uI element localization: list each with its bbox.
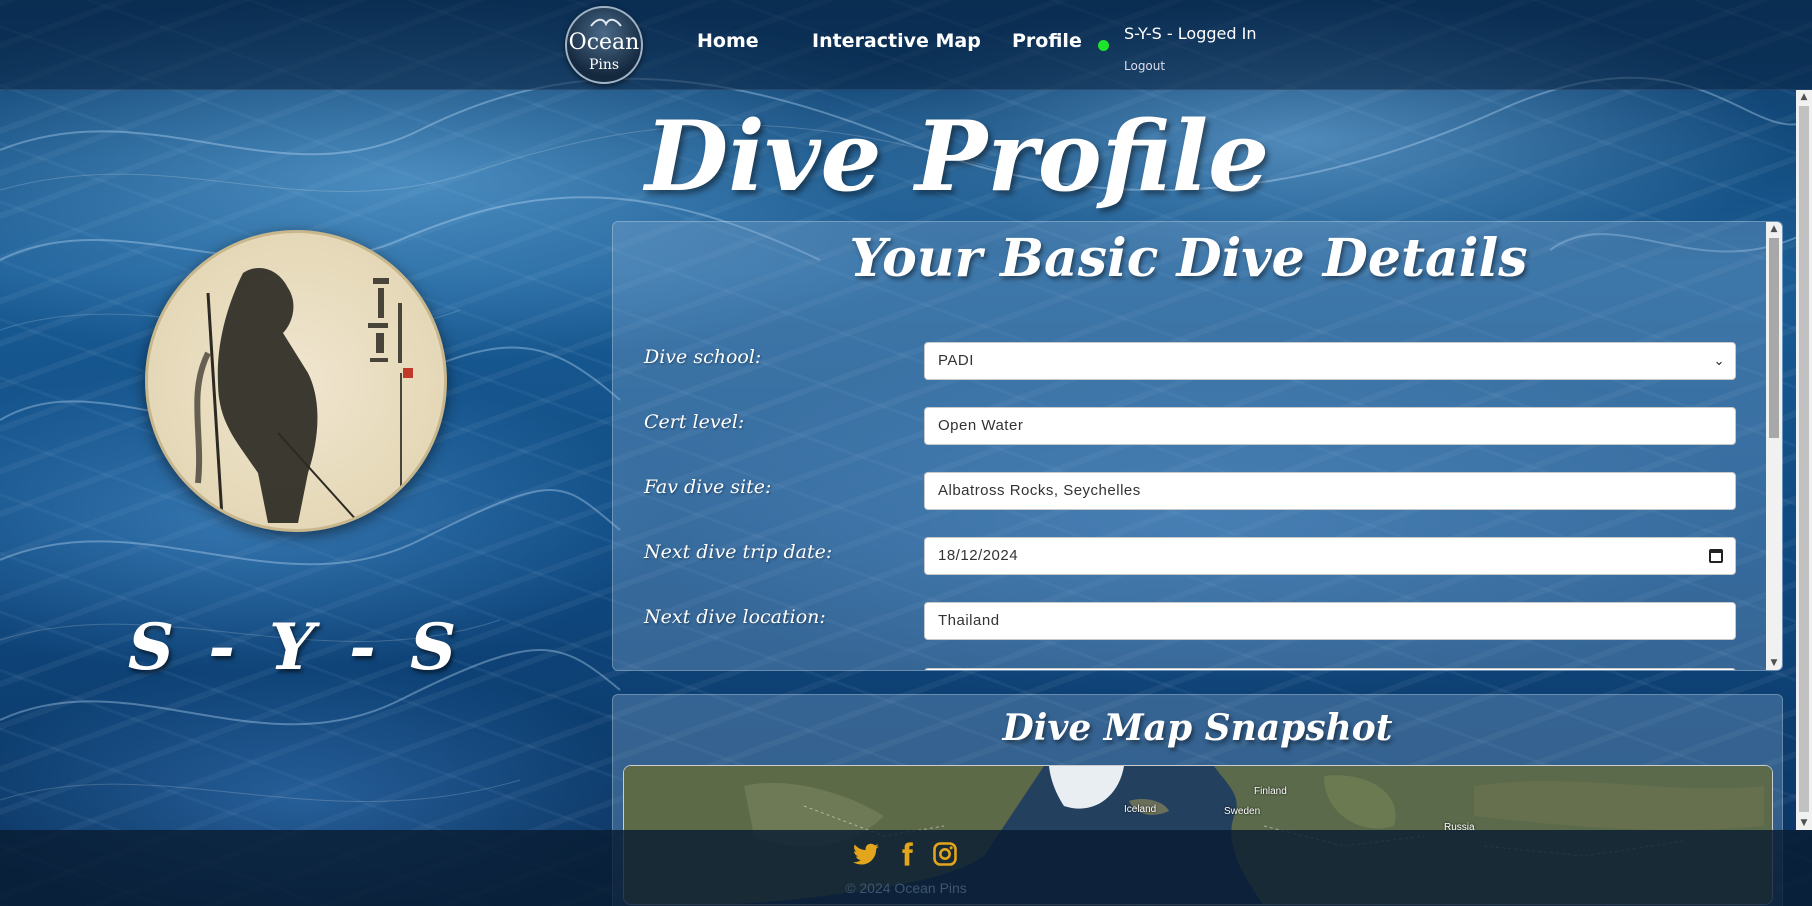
page-scroll-down-icon[interactable]: ▼ <box>1796 816 1812 830</box>
profile-avatar <box>145 230 447 532</box>
fav-dive-site-input[interactable]: Albatross Rocks, Seychelles <box>924 472 1736 510</box>
top-nav-bar: Ocean Pins Home Interactive Map Profile … <box>0 0 1812 90</box>
user-login-status: S-Y-S - Logged In <box>1124 24 1257 43</box>
wave-logo-icon <box>590 18 622 27</box>
chevron-down-icon: ⌄ <box>1713 353 1725 368</box>
nav-home-link[interactable]: Home <box>697 30 759 52</box>
copyright-text: © 2024 Ocean Pins <box>845 880 967 896</box>
next-dive-location-input[interactable]: Thailand <box>924 602 1736 640</box>
logo-line1: Ocean <box>568 30 640 55</box>
details-scrollbar[interactable]: ▲ ▼ <box>1766 222 1782 670</box>
scroll-up-arrow-icon[interactable]: ▲ <box>1766 222 1782 236</box>
cert-level-label: Cert level: <box>644 411 745 433</box>
calendar-icon[interactable] <box>1709 549 1723 563</box>
map-label-iceland: Iceland <box>1124 804 1157 815</box>
next-dive-date-label: Next dive trip date: <box>644 541 833 563</box>
online-status-dot <box>1098 40 1109 51</box>
instagram-icon[interactable] <box>931 840 959 868</box>
fav-dive-site-label: Fav dive site: <box>644 476 772 498</box>
ocean-pins-logo[interactable]: Ocean Pins <box>565 6 643 84</box>
page-scroll-up-icon[interactable]: ▲ <box>1796 90 1812 104</box>
profile-username: S - Y - S <box>127 610 463 685</box>
dive-map-title: Dive Map Snapshot <box>1002 707 1393 749</box>
page-footer: © 2024 Ocean Pins <box>0 830 1812 906</box>
details-scroll-thumb[interactable] <box>1769 238 1779 438</box>
next-dive-date-input[interactable]: 18/12/2024 <box>924 537 1736 575</box>
nav-interactive-map-link[interactable]: Interactive Map <box>812 30 981 52</box>
dive-details-panel: Your Basic Dive Details Dive school: PAD… <box>612 221 1783 671</box>
twitter-icon[interactable] <box>852 840 880 868</box>
dive-details-title: Your Basic Dive Details <box>849 228 1528 289</box>
page-scrollbar[interactable]: ▲ ▼ <box>1796 90 1812 830</box>
logout-link[interactable]: Logout <box>1124 59 1165 73</box>
partially-visible-field[interactable] <box>924 668 1736 670</box>
next-dive-location-label: Next dive location: <box>644 606 826 628</box>
dive-school-select[interactable]: PADI ⌄ <box>924 342 1736 380</box>
map-label-sweden: Sweden <box>1224 806 1261 817</box>
map-label-finland: Finland <box>1254 786 1287 797</box>
dive-school-value: PADI <box>938 352 974 369</box>
next-dive-date-value: 18/12/2024 <box>938 547 1019 564</box>
nav-profile-link[interactable]: Profile <box>1012 30 1082 52</box>
cert-level-input[interactable]: Open Water <box>924 407 1736 445</box>
facebook-icon[interactable] <box>893 840 921 868</box>
page-scroll-thumb[interactable] <box>1799 106 1809 812</box>
page-title: Dive Profile <box>645 100 1270 213</box>
scroll-down-arrow-icon[interactable]: ▼ <box>1766 656 1782 670</box>
dive-school-label: Dive school: <box>644 346 762 368</box>
logo-line2: Pins <box>588 57 620 73</box>
